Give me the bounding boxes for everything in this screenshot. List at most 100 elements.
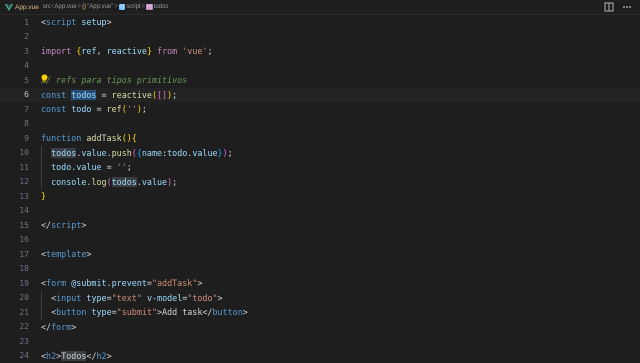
- code-line[interactable]: 3import {ref, reactive} from 'vue';: [0, 44, 640, 59]
- code-token: push: [112, 148, 132, 158]
- code-token: import: [41, 46, 71, 56]
- code-token: todo: [51, 162, 71, 172]
- code-token: "addTask": [152, 278, 197, 288]
- code-text: function addTask(){: [41, 133, 137, 143]
- indent-guide: [41, 146, 42, 190]
- code-token: // refs para tipos primitivos: [41, 75, 187, 85]
- code-line[interactable]: 11 todo.value = '';: [0, 160, 640, 175]
- indent-guide: [41, 291, 42, 320]
- code-text: todo.value = '';: [41, 162, 132, 172]
- code-line[interactable]: 5// refs para tipos primitivos: [0, 73, 640, 88]
- code-token: =: [96, 90, 111, 100]
- code-token: log: [91, 177, 106, 187]
- breadcrumb-item-file[interactable]: App.vue: [55, 4, 77, 10]
- code-text: const todo = ref('');: [41, 104, 147, 114]
- breadcrumb-item-folder[interactable]: src: [43, 4, 51, 10]
- code-token: from: [157, 46, 177, 56]
- code-line[interactable]: 4: [0, 59, 640, 74]
- code-line[interactable]: 18: [0, 262, 640, 277]
- tab-title[interactable]: App.vue: [15, 4, 39, 11]
- code-token: >: [81, 220, 86, 230]
- lightbulb-icon[interactable]: [41, 74, 50, 86]
- line-number: 16: [0, 235, 29, 244]
- code-line[interactable]: 16: [0, 233, 640, 248]
- code-line[interactable]: 10 todos.value.push({name:todo.value});: [0, 146, 640, 161]
- code-token: const: [41, 90, 66, 100]
- code-token: =: [91, 104, 106, 114]
- code-text: <h2>Todos</h2>: [41, 351, 112, 361]
- code-line[interactable]: 6const todos = reactive([]);: [0, 88, 640, 103]
- code-token: value: [192, 148, 217, 158]
- code-line[interactable]: 23: [0, 334, 640, 349]
- code-token: const: [41, 104, 66, 114]
- code-token: h2: [46, 351, 56, 361]
- code-line[interactable]: 12 console.log(todos.value);: [0, 175, 640, 190]
- code-token: type: [91, 307, 111, 317]
- code-line[interactable]: 17 <template>: [0, 247, 640, 262]
- line-number: 7: [0, 105, 29, 114]
- code-line[interactable]: 14: [0, 204, 640, 219]
- line-number: 19: [0, 279, 29, 288]
- code-token: >: [86, 249, 91, 259]
- code-line[interactable]: 20 <input type="text" v-model="todo">: [0, 291, 640, 306]
- line-number: 24: [0, 351, 29, 360]
- more-actions-icon[interactable]: [622, 2, 632, 12]
- code-token: <: [41, 293, 56, 303]
- code-token: todos: [112, 177, 137, 187]
- line-number: 6: [0, 90, 29, 99]
- code-token: button: [212, 307, 242, 317]
- line-number: 20: [0, 293, 29, 302]
- code-line[interactable]: 19<form @submit.prevent="addTask">: [0, 276, 640, 291]
- breadcrumb-item-symbol[interactable]: todos: [154, 4, 169, 10]
- code-token: >: [218, 293, 223, 303]
- code-token: </: [41, 322, 51, 332]
- code-token: template: [46, 249, 86, 259]
- code-token: console: [51, 177, 86, 187]
- split-editor-icon[interactable]: [604, 2, 614, 12]
- breadcrumb-item-module[interactable]: "App.vue": [87, 4, 113, 10]
- code-line[interactable]: 7 const todo = ref('');: [0, 102, 640, 117]
- code-text: <script setup>: [41, 17, 112, 27]
- line-number: 21: [0, 308, 29, 317]
- breadcrumb: src\App.vue>{}"App.vue">⬡script>[•]todos: [43, 4, 168, 10]
- code-token: todo: [167, 148, 187, 158]
- code-token: todo: [71, 104, 91, 114]
- code-line[interactable]: 9function addTask(){: [0, 131, 640, 146]
- code-token: Todos: [61, 351, 86, 361]
- code-token: h2: [97, 351, 107, 361]
- code-token: reactive: [112, 90, 152, 100]
- code-line[interactable]: 13}: [0, 189, 640, 204]
- code-editor[interactable]: 1<script setup> 2 3import {ref, reactive} …: [0, 14, 640, 360]
- code-line[interactable]: 24 <h2>Todos</h2>: [0, 349, 640, 363]
- code-text: // refs para tipos primitivos: [41, 75, 187, 85]
- code-token: ;: [172, 90, 177, 100]
- code-token: ,: [97, 46, 107, 56]
- code-token: value: [81, 148, 106, 158]
- line-number: 17: [0, 250, 29, 259]
- breadcrumb-item-script[interactable]: script: [126, 4, 140, 10]
- vue-file-icon: [5, 3, 13, 11]
- code-token: ;: [142, 104, 147, 114]
- line-number: 23: [0, 337, 29, 346]
- code-token: "text": [112, 293, 142, 303]
- code-token: @submit.prevent: [71, 278, 147, 288]
- line-number: 12: [0, 177, 29, 186]
- variable-icon: [•]: [146, 4, 153, 10]
- line-number: 15: [0, 221, 29, 230]
- code-token: >: [71, 322, 76, 332]
- code-line[interactable]: 22</form>: [0, 320, 640, 335]
- code-token: </: [41, 220, 51, 230]
- code-line[interactable]: 15</script>: [0, 218, 640, 233]
- line-number: 13: [0, 192, 29, 201]
- code-line[interactable]: 8: [0, 117, 640, 132]
- code-line[interactable]: 21 <button type="submit">Add task</butto…: [0, 305, 640, 320]
- code-token: button: [56, 307, 86, 317]
- code-token: (): [122, 133, 132, 143]
- code-token: ;: [228, 148, 233, 158]
- code-token: >Add task</: [157, 307, 212, 317]
- line-number: 18: [0, 264, 29, 273]
- line-number: 2: [0, 32, 29, 41]
- code-line[interactable]: 1<script setup>: [0, 15, 640, 30]
- code-text: <template>: [41, 249, 91, 259]
- code-line[interactable]: 2: [0, 30, 640, 45]
